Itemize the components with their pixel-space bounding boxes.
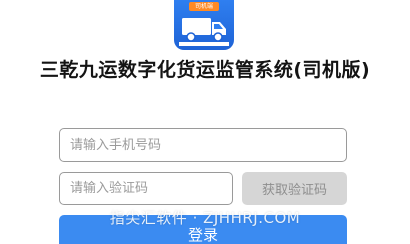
verification-code-input[interactable] [60, 173, 232, 204]
app-title: 三乾九运数字化货运监管系统(司机版) [39, 59, 371, 81]
phone-field [59, 128, 347, 162]
delivery-truck-icon [179, 18, 229, 46]
get-code-button[interactable]: 获取验证码 [242, 172, 347, 205]
app-logo: 司机端 [174, 0, 234, 50]
phone-input[interactable] [60, 129, 346, 161]
logo-tag: 司机端 [189, 2, 219, 11]
login-page: 司机端 三乾九运数字化货运监管系统(司机版) 获取验证码 登录 指尖汇软件 · … [0, 0, 410, 244]
verification-code-field [59, 172, 233, 205]
login-button[interactable]: 登录 [59, 215, 347, 244]
